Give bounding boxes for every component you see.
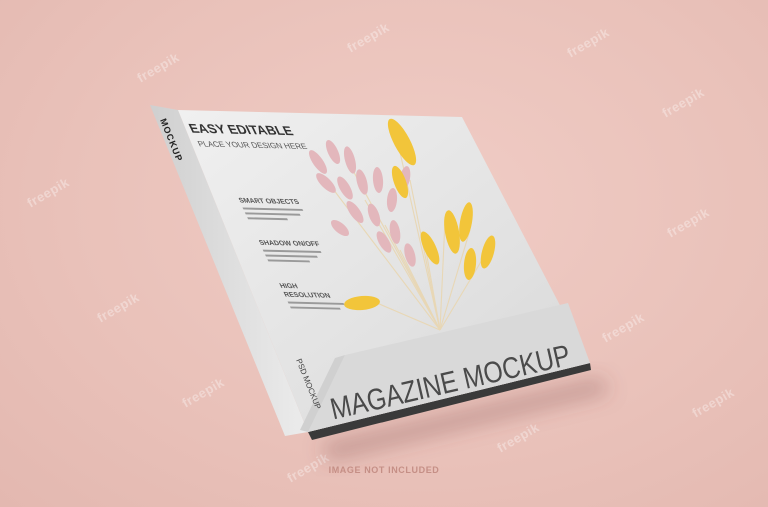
footer-note: IMAGE NOT INCLUDED [328,465,440,475]
feature-title: SMART OBJECTS [237,196,301,206]
feature-title: RESOLUTION [282,290,332,300]
scene: freepik freepik freepik freepik freepik … [0,0,768,507]
magazine-illustration: EASY EDITABLE PLACE YOUR DESIGN HERE SMA… [150,105,610,460]
cover-headline: EASY EDITABLE [186,121,295,138]
feature-title: SHADOW ON/OFF [257,238,322,248]
